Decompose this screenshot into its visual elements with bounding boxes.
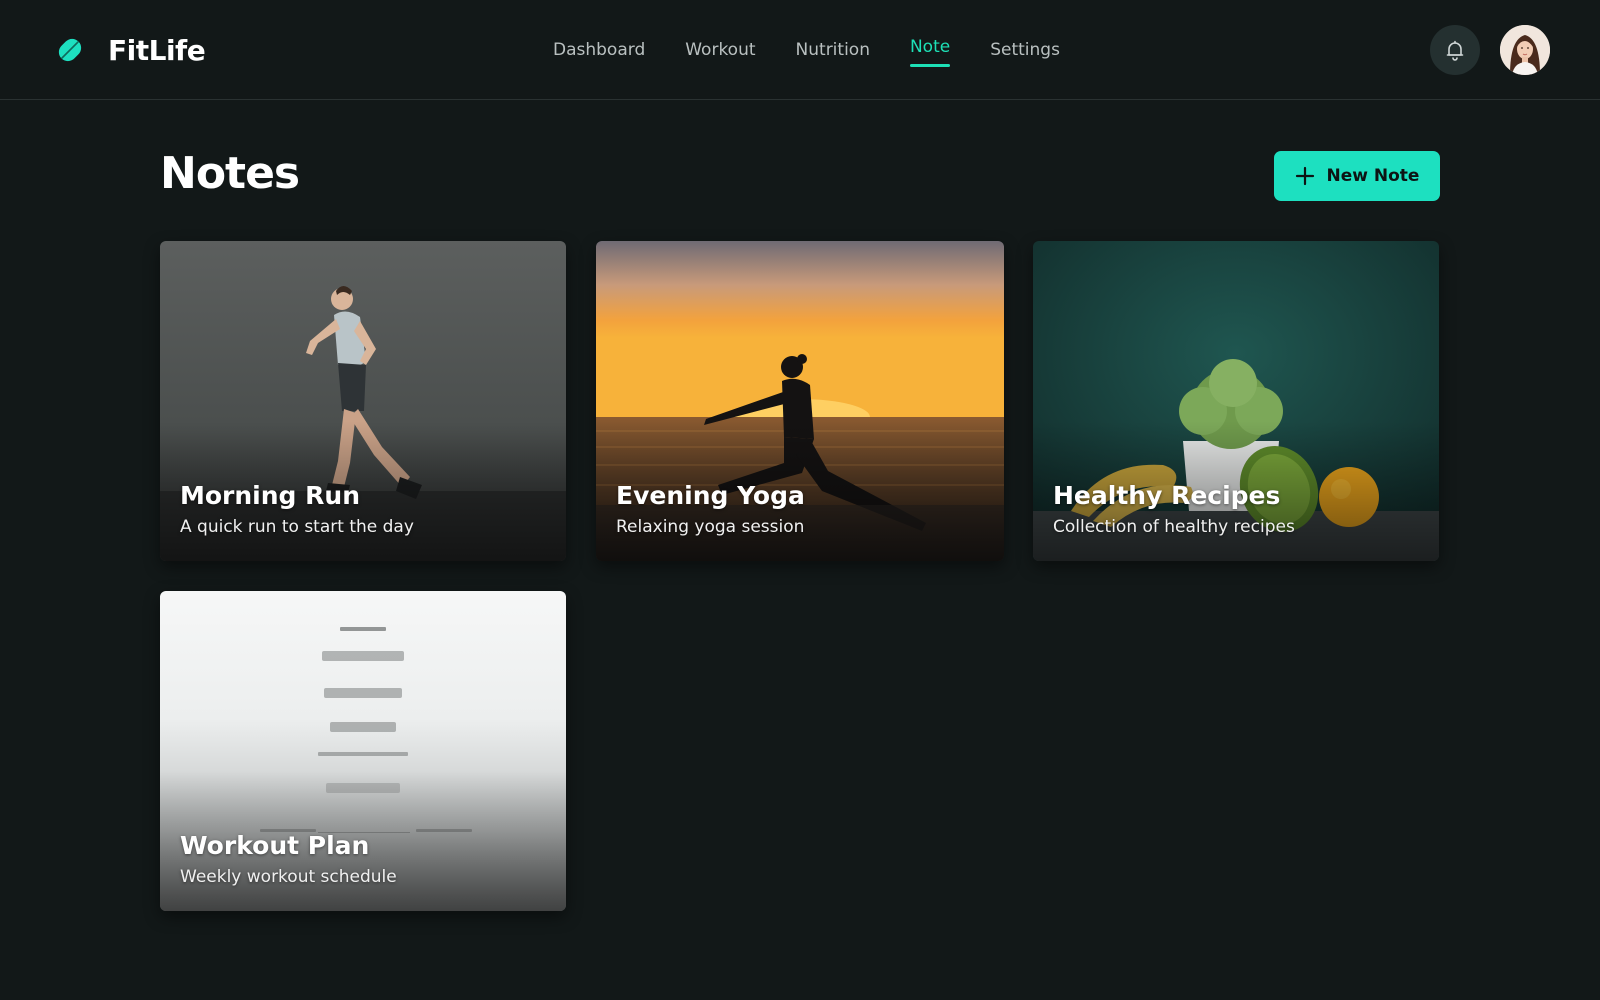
notifications-button[interactable] xyxy=(1430,25,1480,75)
avatar-icon xyxy=(1500,25,1550,75)
nav-item-note[interactable]: Note xyxy=(909,36,951,67)
note-title: Evening Yoga xyxy=(616,481,805,510)
nav-item-workout[interactable]: Workout xyxy=(685,36,755,66)
note-subtitle: Collection of healthy recipes xyxy=(1053,517,1295,537)
new-note-label: New Note xyxy=(1326,166,1420,186)
note-card-workout-plan[interactable]: Workout Plan Weekly workout schedule xyxy=(160,591,566,911)
top-navigation-bar: FitLife Dashboard Workout Nutrition Note… xyxy=(0,0,1600,100)
nav-item-dashboard[interactable]: Dashboard xyxy=(553,36,645,66)
page-title: Notes xyxy=(160,148,300,199)
bell-icon xyxy=(1446,40,1464,61)
note-title: Healthy Recipes xyxy=(1053,481,1281,510)
note-subtitle: Relaxing yoga session xyxy=(616,517,805,537)
brand[interactable]: FitLife xyxy=(52,30,206,70)
note-title: Morning Run xyxy=(180,481,360,510)
new-note-button[interactable]: New Note xyxy=(1274,151,1440,201)
nav-item-nutrition[interactable]: Nutrition xyxy=(796,36,870,66)
note-title: Workout Plan xyxy=(180,831,370,860)
note-subtitle: Weekly workout schedule xyxy=(180,867,397,887)
plus-icon xyxy=(1295,166,1314,186)
nav-item-settings[interactable]: Settings xyxy=(990,36,1060,66)
main-nav: Dashboard Workout Nutrition Note Setting… xyxy=(553,36,1060,67)
note-card-morning-run[interactable]: Morning Run A quick run to start the day xyxy=(160,241,566,561)
note-card-healthy-recipes[interactable]: Healthy Recipes Collection of healthy re… xyxy=(1033,241,1439,561)
app-name: FitLife xyxy=(108,33,206,67)
note-card-evening-yoga[interactable]: Evening Yoga Relaxing yoga session xyxy=(596,241,1004,561)
leaf-icon xyxy=(58,38,82,62)
note-subtitle: A quick run to start the day xyxy=(180,517,414,537)
user-avatar[interactable] xyxy=(1500,25,1550,75)
